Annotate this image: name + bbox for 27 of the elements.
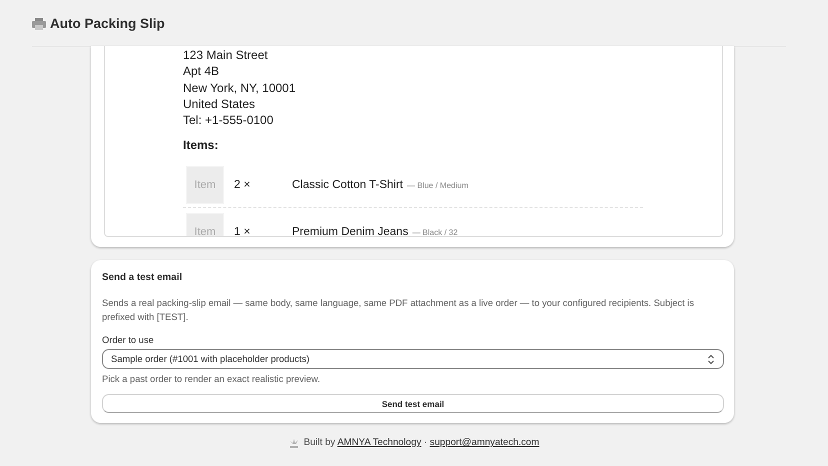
card-title: Send a test email <box>102 272 184 283</box>
chevron-icon <box>707 354 715 364</box>
address-line: Tel: +1-555-0100 <box>183 112 274 128</box>
item-variant: — Blue / Medium <box>407 180 468 190</box>
item-quantity: 2 × <box>234 179 252 192</box>
printer-icon <box>32 16 46 30</box>
item-quantity: 1 × <box>234 226 252 236</box>
card-description: Sends a real packing-slip email — same body, same language, same PDF attachment as a live order — to your configured recipients. Subject is prefixed with [TEST]. <box>102 297 696 324</box>
item-name: Premium Denim Jeans <box>292 226 408 236</box>
support-email-link[interactable]: support@amnyatech.com <box>430 437 540 448</box>
item-name: Classic Cotton T-Shirt <box>292 179 403 192</box>
items-heading: Items: <box>183 138 220 152</box>
address-line: United States <box>183 96 256 112</box>
item-variant: — Black / 32 <box>412 228 458 236</box>
item-thumbnail: Item <box>186 166 224 204</box>
address-line: New York, NY, 10001 <box>183 80 297 96</box>
footer-credit: Built by AMNYA Technology · support@amnyatech.com <box>304 437 540 448</box>
app-title: Auto Packing Slip <box>50 16 165 30</box>
logo-icon <box>288 438 299 448</box>
item-thumbnail: Item <box>186 213 224 236</box>
company-link[interactable]: AMNYA Technology <box>337 437 422 448</box>
order-select[interactable]: Sample order (#1001 with placeholder products) <box>102 349 724 369</box>
help-text: Pick a past order to render an exact realistic preview. <box>102 374 322 384</box>
field-label: Order to use <box>102 335 155 345</box>
send-test-email-button[interactable]: Send test email <box>102 394 724 413</box>
address-line: 123 Main Street <box>183 47 269 64</box>
address-line: Apt 4B <box>183 63 220 80</box>
